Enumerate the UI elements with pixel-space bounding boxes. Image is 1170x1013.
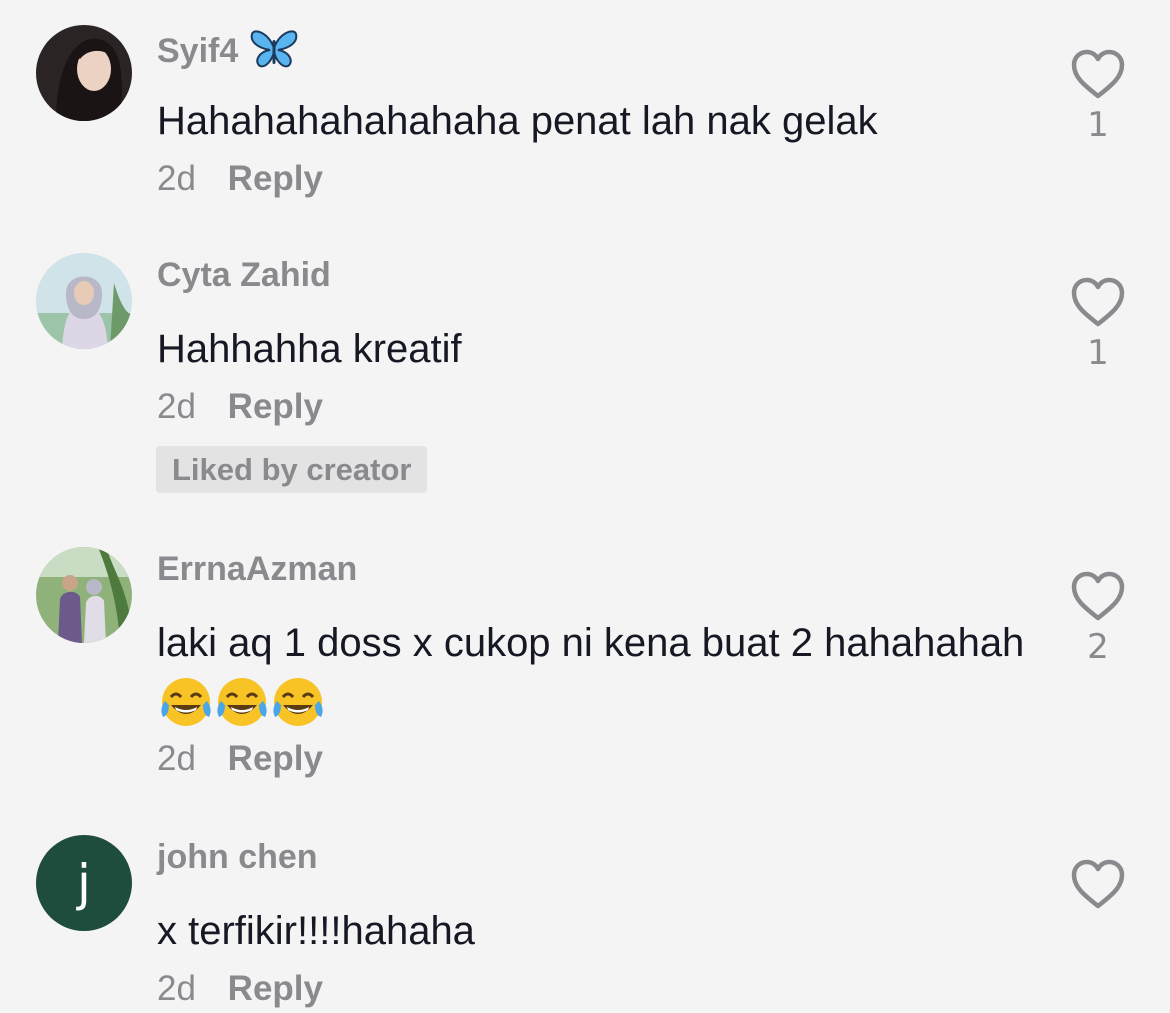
comment-time: 2d: [157, 159, 196, 198]
like-button[interactable]: [1067, 859, 1129, 915]
comment-username[interactable]: ErrnaAzman: [157, 550, 357, 589]
like-button[interactable]: 2: [1067, 571, 1129, 667]
like-count: 2: [1087, 627, 1109, 667]
heart-outline-icon: [1071, 859, 1125, 909]
comment-meta: 2d Reply: [157, 739, 323, 779]
reply-button[interactable]: Reply: [228, 159, 323, 198]
avatar[interactable]: [36, 25, 132, 121]
comment-item: Syif4 Hahahahahahahaha penat lah nak gel…: [0, 25, 1170, 225]
comment-item: j john chen x terfikir!!!!hahaha 2d Repl…: [0, 835, 1170, 1013]
like-count: 1: [1087, 333, 1109, 373]
comment-item: Cyta Zahid Hahhahha kreatif 2d Reply Lik…: [0, 253, 1170, 513]
like-count: 1: [1087, 105, 1109, 145]
comment-time: 2d: [157, 387, 196, 426]
heart-outline-icon: [1071, 49, 1125, 99]
avatar[interactable]: [36, 253, 132, 349]
comment-time: 2d: [157, 969, 196, 1008]
comment-meta: 2d Reply: [157, 159, 323, 199]
comment-meta: 2d Reply: [157, 387, 323, 427]
reply-button[interactable]: Reply: [228, 387, 323, 426]
comment-text: x terfikir!!!!hahaha: [157, 909, 475, 953]
comment-username[interactable]: Syif4: [157, 28, 298, 77]
comment-text: laki aq 1 doss x cukop ni kena buat 2 ha…: [157, 612, 1037, 748]
reply-button[interactable]: Reply: [228, 969, 323, 1008]
face-with-tears-of-joy-emoji: [271, 675, 325, 748]
avatar[interactable]: j: [36, 835, 132, 931]
like-button[interactable]: 1: [1067, 49, 1129, 145]
comment-username[interactable]: Cyta Zahid: [157, 256, 331, 295]
comment-item: ErrnaAzman laki aq 1 doss x cukop ni ken…: [0, 547, 1170, 797]
heart-outline-icon: [1071, 277, 1125, 327]
liked-by-creator-badge: Liked by creator: [156, 446, 428, 493]
comment-meta: 2d Reply: [157, 969, 323, 1009]
like-button[interactable]: 1: [1067, 277, 1129, 373]
comment-list: Syif4 Hahahahahahahaha penat lah nak gel…: [0, 0, 1170, 1013]
comment-text: Hahahahahahahaha penat lah nak gelak: [157, 99, 878, 143]
heart-outline-icon: [1071, 571, 1125, 621]
avatar[interactable]: [36, 547, 132, 643]
comment-text: Hahhahha kreatif: [157, 327, 462, 371]
comment-username[interactable]: john chen: [157, 838, 318, 877]
face-with-tears-of-joy-emoji: [159, 675, 213, 748]
comment-time: 2d: [157, 739, 196, 778]
reply-button[interactable]: Reply: [228, 739, 323, 778]
butterfly-emoji: [250, 28, 298, 77]
face-with-tears-of-joy-emoji: [215, 675, 269, 748]
